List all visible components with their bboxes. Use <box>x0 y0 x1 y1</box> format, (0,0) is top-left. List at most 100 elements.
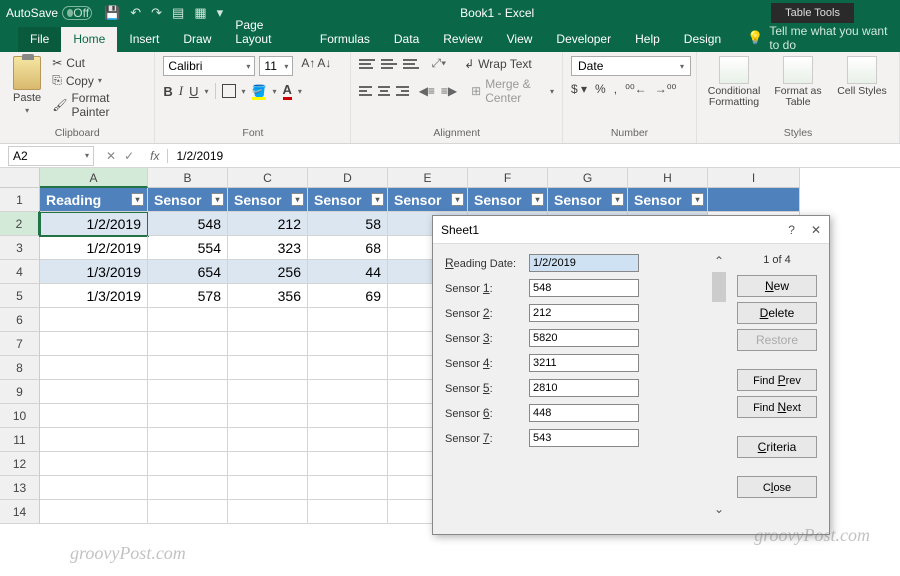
tab-developer[interactable]: Developer <box>544 27 623 52</box>
qat-icon[interactable]: ▦ <box>194 5 206 21</box>
cell[interactable] <box>308 380 388 404</box>
cell[interactable]: 1/2/2019 <box>40 212 148 236</box>
align-middle-button[interactable] <box>381 57 397 71</box>
cell[interactable]: 1/2/2019 <box>40 236 148 260</box>
cell[interactable] <box>40 404 148 428</box>
scroll-up-icon[interactable]: ⌃ <box>714 254 724 268</box>
scroll-down-icon[interactable]: ⌄ <box>714 502 724 516</box>
filter-dropdown-icon[interactable]: ▾ <box>531 193 544 206</box>
cell[interactable] <box>228 308 308 332</box>
column-header[interactable]: H <box>628 168 708 188</box>
align-left-button[interactable] <box>359 84 371 98</box>
row-header[interactable]: 7 <box>0 332 40 356</box>
cell[interactable] <box>308 428 388 452</box>
merge-center-button[interactable]: ⊞Merge & Center ▾ <box>471 77 554 105</box>
field-input[interactable] <box>529 254 639 272</box>
align-bottom-button[interactable] <box>403 57 419 71</box>
cell[interactable] <box>40 476 148 500</box>
help-button[interactable]: ? <box>788 223 795 237</box>
font-color-button[interactable]: A <box>283 82 292 100</box>
cell[interactable]: Sensor 2▾ <box>228 188 308 212</box>
field-input[interactable] <box>529 304 639 322</box>
filter-dropdown-icon[interactable]: ▾ <box>211 193 224 206</box>
cell[interactable]: Sensor 1▾ <box>148 188 228 212</box>
row-header[interactable]: 4 <box>0 260 40 284</box>
underline-button[interactable]: U <box>189 84 198 99</box>
increase-decimal-button[interactable]: ⁰⁰← <box>625 82 647 96</box>
cell[interactable] <box>228 404 308 428</box>
cell[interactable] <box>148 404 228 428</box>
cell[interactable] <box>148 332 228 356</box>
name-box[interactable]: A2▾ <box>8 146 94 166</box>
row-header[interactable]: 5 <box>0 284 40 308</box>
row-header[interactable]: 2 <box>0 212 40 236</box>
filter-dropdown-icon[interactable]: ▾ <box>691 193 704 206</box>
tab-formulas[interactable]: Formulas <box>308 27 382 52</box>
row-header[interactable]: 12 <box>0 452 40 476</box>
cell[interactable] <box>40 452 148 476</box>
tab-draw[interactable]: Draw <box>171 27 223 52</box>
tab-insert[interactable]: Insert <box>117 27 171 52</box>
cell[interactable] <box>40 428 148 452</box>
find-prev-button[interactable]: Find Prev <box>737 369 817 391</box>
cell[interactable]: Sensor 3▾ <box>308 188 388 212</box>
cell[interactable] <box>148 428 228 452</box>
tab-home[interactable]: Home <box>61 27 117 52</box>
field-input[interactable] <box>529 279 639 297</box>
column-header[interactable]: B <box>148 168 228 188</box>
cell[interactable] <box>228 332 308 356</box>
cell[interactable] <box>148 356 228 380</box>
row-header[interactable]: 9 <box>0 380 40 404</box>
criteria-button[interactable]: Criteria <box>737 436 817 458</box>
bold-button[interactable]: B <box>163 84 172 99</box>
cell[interactable] <box>40 356 148 380</box>
find-next-button[interactable]: Find Next <box>737 396 817 418</box>
cell[interactable] <box>228 380 308 404</box>
field-input[interactable] <box>529 329 639 347</box>
copy-button[interactable]: ⎘Copy ▾ <box>52 73 146 88</box>
close-icon[interactable]: ✕ <box>811 223 821 237</box>
cell-styles-button[interactable]: Cell Styles <box>833 56 891 127</box>
number-format-select[interactable]: Date▾ <box>571 56 691 76</box>
format-as-table-button[interactable]: Format as Table <box>769 56 827 127</box>
row-header[interactable]: 6 <box>0 308 40 332</box>
border-button[interactable] <box>222 84 236 98</box>
cell[interactable]: 1/3/2019 <box>40 260 148 284</box>
cell[interactable]: 69 <box>308 284 388 308</box>
align-center-button[interactable] <box>378 84 390 98</box>
increase-font-icon[interactable]: A↑ <box>301 56 315 76</box>
column-header[interactable]: C <box>228 168 308 188</box>
font-size-select[interactable]: 11▾ <box>259 56 293 76</box>
cell[interactable] <box>308 452 388 476</box>
cell[interactable]: Sensor 6▾ <box>548 188 628 212</box>
paste-button[interactable]: Paste ▾ <box>8 56 46 127</box>
field-input[interactable] <box>529 404 639 422</box>
wrap-text-button[interactable]: ↲Wrap Text <box>464 57 532 71</box>
cell[interactable]: 654 <box>148 260 228 284</box>
restore-button[interactable]: Restore <box>737 329 817 351</box>
cell[interactable]: Sensor 5▾ <box>468 188 548 212</box>
cell[interactable] <box>40 308 148 332</box>
cell[interactable]: Reading Date▾ <box>40 188 148 212</box>
cell[interactable] <box>308 476 388 500</box>
field-input[interactable] <box>529 379 639 397</box>
autosave-toggle[interactable]: AutoSave Off <box>6 6 92 20</box>
cell[interactable]: 554 <box>148 236 228 260</box>
tab-review[interactable]: Review <box>431 27 494 52</box>
row-header[interactable]: 10 <box>0 404 40 428</box>
cell[interactable] <box>40 500 148 524</box>
column-header[interactable]: I <box>708 168 800 188</box>
column-header[interactable]: E <box>388 168 468 188</box>
filter-dropdown-icon[interactable]: ▾ <box>131 193 144 206</box>
row-header[interactable]: 14 <box>0 500 40 524</box>
align-top-button[interactable] <box>359 57 375 71</box>
filter-dropdown-icon[interactable]: ▾ <box>291 193 304 206</box>
cell[interactable]: Sensor 4▾ <box>388 188 468 212</box>
tab-file[interactable]: File <box>18 27 61 52</box>
italic-button[interactable]: I <box>179 83 183 99</box>
cell[interactable] <box>308 500 388 524</box>
cell[interactable] <box>148 308 228 332</box>
cell[interactable]: 323 <box>228 236 308 260</box>
undo-icon[interactable]: ↶ <box>130 5 141 21</box>
cell[interactable]: 256 <box>228 260 308 284</box>
